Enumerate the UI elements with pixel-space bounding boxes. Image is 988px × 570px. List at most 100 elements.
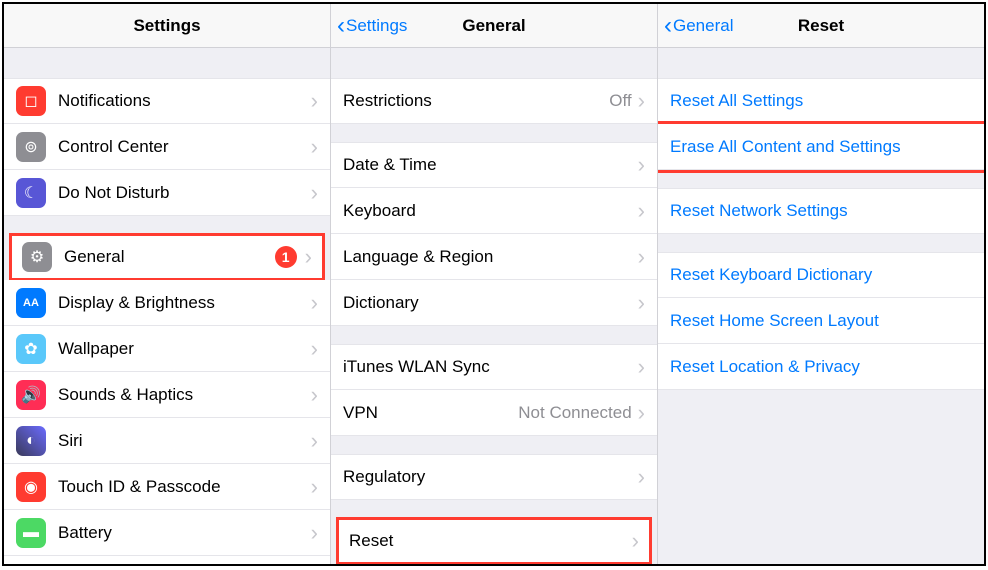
label-control-center: Control Center: [58, 137, 311, 157]
reset-panel: ‹ General Reset Reset All Settings Erase…: [658, 4, 984, 564]
label-general: General: [64, 247, 275, 267]
row-vpn[interactable]: VPN Not Connected ›: [331, 390, 657, 436]
row-language-region[interactable]: Language & Region ›: [331, 234, 657, 280]
back-to-settings-button[interactable]: ‹ Settings: [337, 14, 407, 38]
row-general[interactable]: ⚙ General 1 ›: [10, 234, 324, 280]
label-sounds: Sounds & Haptics: [58, 385, 311, 405]
label-reset: Reset: [349, 531, 632, 551]
control-center-icon: ⊚: [16, 132, 46, 162]
general-navbar: ‹ Settings General: [331, 4, 657, 48]
wallpaper-icon: ✿: [16, 334, 46, 364]
row-siri[interactable]: ◐ Siri ›: [4, 418, 330, 464]
row-display-brightness[interactable]: AA Display & Brightness ›: [4, 280, 330, 326]
reset-title: Reset: [798, 16, 844, 36]
chevron-right-icon: ›: [311, 338, 318, 360]
chevron-right-icon: ›: [311, 522, 318, 544]
label-reset-home: Reset Home Screen Layout: [670, 311, 972, 331]
label-dict: Dictionary: [343, 293, 638, 313]
notifications-icon: ◻: [16, 86, 46, 116]
chevron-right-icon: ›: [632, 530, 639, 552]
chevron-left-icon: ‹: [337, 14, 345, 38]
label-siri: Siri: [58, 431, 311, 451]
row-reset-all-settings[interactable]: Reset All Settings: [658, 78, 984, 124]
row-erase-all[interactable]: Erase All Content and Settings: [658, 124, 984, 170]
row-notifications[interactable]: ◻ Notifications ›: [4, 78, 330, 124]
back-to-general-button[interactable]: ‹ General: [664, 14, 733, 38]
settings-group-2: ⚙ General 1 › AA Display & Brightness › …: [4, 234, 330, 564]
label-battery: Battery: [58, 523, 311, 543]
chevron-right-icon: ›: [638, 200, 645, 222]
row-keyboard[interactable]: Keyboard ›: [331, 188, 657, 234]
value-vpn: Not Connected: [518, 403, 631, 423]
label-reset-kb: Reset Keyboard Dictionary: [670, 265, 972, 285]
row-touchid[interactable]: ◉ Touch ID & Passcode ›: [4, 464, 330, 510]
chevron-right-icon: ›: [311, 384, 318, 406]
row-battery[interactable]: ▬ Battery ›: [4, 510, 330, 556]
general-panel: ‹ Settings General Restrictions Off › Da…: [331, 4, 658, 564]
general-group-3: iTunes WLAN Sync › VPN Not Connected ›: [331, 344, 657, 436]
row-restrictions[interactable]: Restrictions Off ›: [331, 78, 657, 124]
siri-icon: ◐: [16, 426, 46, 456]
settings-title: Settings: [133, 16, 200, 36]
settings-navbar: Settings: [4, 4, 330, 48]
gear-icon: ⚙: [22, 242, 52, 272]
notification-badge: 1: [275, 246, 297, 268]
back-label: General: [673, 16, 733, 36]
general-group-1: Restrictions Off ›: [331, 78, 657, 124]
reset-group-2: Reset Network Settings: [658, 188, 984, 234]
general-title: General: [462, 16, 525, 36]
row-reset-network[interactable]: Reset Network Settings: [658, 188, 984, 234]
value-restrictions: Off: [609, 91, 631, 111]
label-reset-loc: Reset Location & Privacy: [670, 357, 972, 377]
label-vpn: VPN: [343, 403, 518, 423]
row-regulatory[interactable]: Regulatory ›: [331, 454, 657, 500]
privacy-icon: ✋: [16, 564, 46, 565]
touchid-icon: ◉: [16, 472, 46, 502]
row-do-not-disturb[interactable]: ☾ Do Not Disturb ›: [4, 170, 330, 216]
reset-navbar: ‹ General Reset: [658, 4, 984, 48]
chevron-left-icon: ‹: [664, 14, 672, 38]
row-itunes-sync[interactable]: iTunes WLAN Sync ›: [331, 344, 657, 390]
reset-group-1: Reset All Settings Erase All Content and…: [658, 78, 984, 170]
row-privacy[interactable]: ✋ Privacy ›: [4, 556, 330, 564]
row-dictionary[interactable]: Dictionary ›: [331, 280, 657, 326]
label-lang: Language & Region: [343, 247, 638, 267]
reset-group-3: Reset Keyboard Dictionary Reset Home Scr…: [658, 252, 984, 390]
label-restrictions: Restrictions: [343, 91, 609, 111]
row-reset-home[interactable]: Reset Home Screen Layout: [658, 298, 984, 344]
chevron-right-icon: ›: [638, 466, 645, 488]
chevron-right-icon: ›: [638, 356, 645, 378]
chevron-right-icon: ›: [311, 430, 318, 452]
label-erase-all: Erase All Content and Settings: [670, 137, 972, 157]
chevron-right-icon: ›: [311, 476, 318, 498]
settings-group-1: ◻ Notifications › ⊚ Control Center › ☾ D…: [4, 78, 330, 216]
row-date-time[interactable]: Date & Time ›: [331, 142, 657, 188]
label-display: Display & Brightness: [58, 293, 311, 313]
general-group-2: Date & Time › Keyboard › Language & Regi…: [331, 142, 657, 326]
row-wallpaper[interactable]: ✿ Wallpaper ›: [4, 326, 330, 372]
label-touchid: Touch ID & Passcode: [58, 477, 311, 497]
settings-panel: Settings ◻ Notifications › ⊚ Control Cen…: [4, 4, 331, 564]
row-control-center[interactable]: ⊚ Control Center ›: [4, 124, 330, 170]
row-reset-keyboard[interactable]: Reset Keyboard Dictionary: [658, 252, 984, 298]
chevron-right-icon: ›: [638, 292, 645, 314]
label-itunes: iTunes WLAN Sync: [343, 357, 638, 377]
label-reset-all: Reset All Settings: [670, 91, 972, 111]
row-reset-location[interactable]: Reset Location & Privacy: [658, 344, 984, 390]
label-dnd: Do Not Disturb: [58, 183, 311, 203]
label-date-time: Date & Time: [343, 155, 638, 175]
back-label: Settings: [346, 16, 407, 36]
chevron-right-icon: ›: [305, 246, 312, 268]
display-icon: AA: [16, 288, 46, 318]
sounds-icon: 🔊: [16, 380, 46, 410]
label-regulatory: Regulatory: [343, 467, 638, 487]
row-sounds-haptics[interactable]: 🔊 Sounds & Haptics ›: [4, 372, 330, 418]
chevron-right-icon: ›: [638, 246, 645, 268]
row-reset[interactable]: Reset ›: [337, 518, 651, 564]
label-keyboard: Keyboard: [343, 201, 638, 221]
chevron-right-icon: ›: [638, 154, 645, 176]
label-reset-network: Reset Network Settings: [670, 201, 972, 221]
chevron-right-icon: ›: [311, 90, 318, 112]
label-wallpaper: Wallpaper: [58, 339, 311, 359]
chevron-right-icon: ›: [638, 90, 645, 112]
